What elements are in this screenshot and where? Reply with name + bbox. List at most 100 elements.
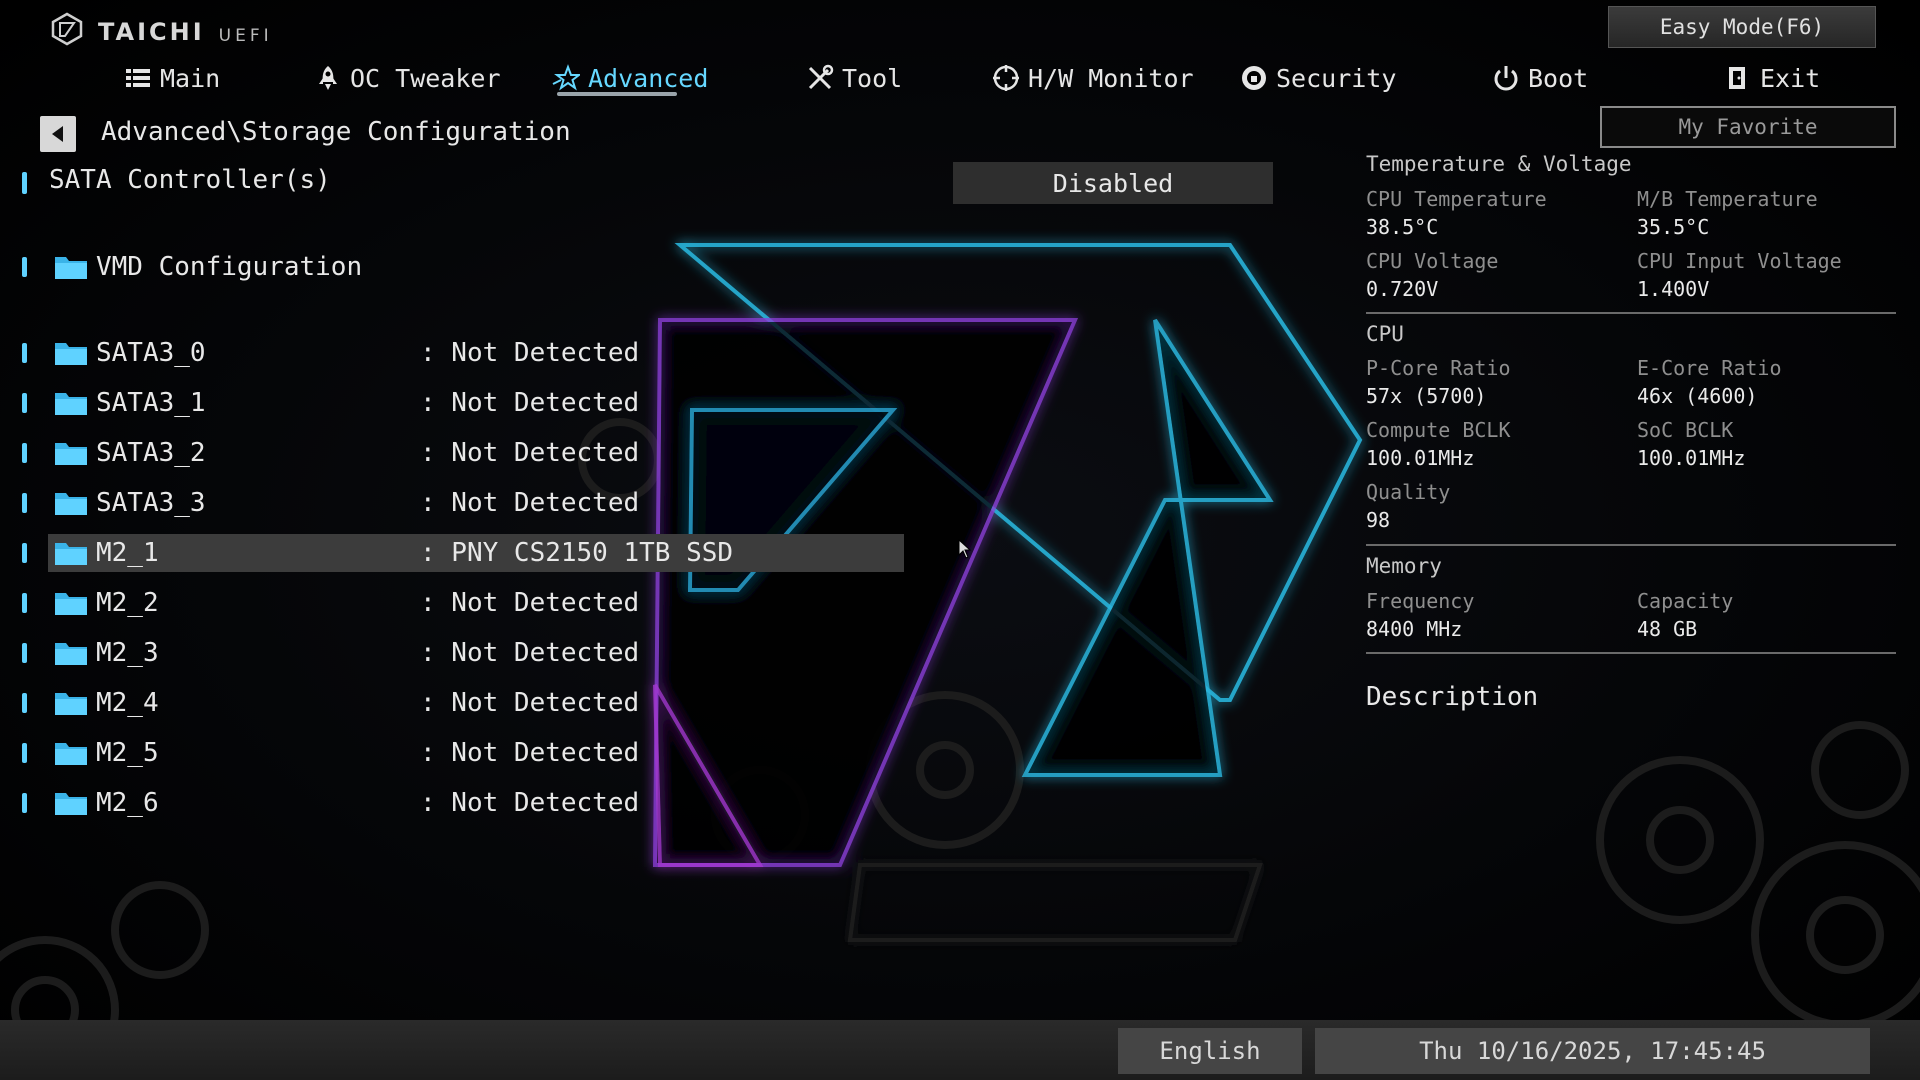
monitor-icon	[993, 65, 1019, 91]
drive-value: : Not Detected	[420, 788, 640, 818]
panel-divider	[1366, 544, 1896, 546]
active-tab-underline	[557, 92, 677, 96]
mouse-cursor-icon	[958, 539, 972, 559]
drive-label: SATA3_2	[96, 438, 206, 468]
tools-icon	[808, 64, 834, 90]
temp-voltage-title: Temperature & Voltage	[1366, 152, 1632, 176]
row-marker	[22, 257, 27, 277]
row-marker	[22, 593, 27, 613]
folder-icon	[55, 343, 87, 365]
tab-tool[interactable]: Tool	[806, 56, 902, 100]
mb-temperature-value: 35.5°C	[1637, 215, 1710, 239]
row-marker	[22, 643, 27, 663]
drive-label: SATA3_3	[96, 488, 206, 518]
brand-name: TAICHI	[98, 18, 205, 46]
memory-capacity-label: Capacity	[1637, 589, 1734, 613]
drive-label: M2_5	[96, 738, 159, 768]
arrow-left-icon	[52, 126, 63, 142]
folder-icon	[55, 743, 87, 765]
back-button[interactable]	[40, 116, 76, 152]
tab-tool-label: Tool	[842, 63, 903, 93]
folder-icon	[55, 393, 87, 415]
datetime-display: Thu 10/16/2025, 17:45:45	[1315, 1028, 1870, 1074]
tab-boot-label: Boot	[1528, 63, 1589, 93]
drive-label: M2_4	[96, 688, 159, 718]
drive-row[interactable]: SATA3_3 : Not Detected	[0, 484, 905, 522]
drive-row[interactable]: M2_4 : Not Detected	[0, 684, 905, 722]
list-icon	[126, 69, 150, 87]
drive-row[interactable]: M2_1 : PNY CS2150 1TB SSD	[0, 534, 905, 572]
tab-exit-label: Exit	[1760, 63, 1821, 93]
compute-bclk-value: 100.01MHz	[1366, 446, 1475, 470]
tab-advanced-label: Advanced	[588, 63, 709, 93]
memory-capacity-value: 48 GB	[1637, 617, 1698, 641]
drive-label: M2_3	[96, 638, 159, 668]
memory-frequency-value: 8400 MHz	[1366, 617, 1463, 641]
drive-value: : Not Detected	[420, 388, 640, 418]
drive-row[interactable]: M2_5: Not Detected	[0, 734, 905, 772]
memory-frequency-label: Frequency	[1366, 589, 1475, 613]
tab-main[interactable]: Main	[124, 56, 220, 100]
row-marker	[22, 543, 27, 563]
drive-value: : Not Detected	[420, 338, 640, 368]
power-icon	[1494, 66, 1518, 91]
folder-icon	[55, 443, 87, 465]
sata-controller-value-select[interactable]: Disabled	[953, 162, 1273, 204]
tab-hw-monitor[interactable]: H/W Monitor	[992, 56, 1194, 100]
drive-row[interactable]: M2_3 : Not Detected	[0, 634, 905, 672]
drive-value: : Not Detected	[420, 488, 640, 518]
folder-icon	[55, 493, 87, 515]
row-marker	[22, 793, 27, 813]
tab-exit[interactable]: Exit	[1724, 56, 1820, 100]
taichi-logo-icon	[51, 12, 83, 46]
quality-value: 98	[1366, 508, 1391, 532]
brand-sub: UEFI	[218, 26, 273, 46]
drive-row[interactable]: SATA3_2: Not Detected	[0, 434, 905, 472]
drive-label: M2_2	[96, 588, 159, 618]
p-core-ratio-value: 57x (5700)	[1366, 384, 1487, 408]
sata-controller-label: SATA Controller(s)	[49, 165, 331, 195]
drive-label: SATA3_1	[96, 388, 206, 418]
drive-value: : Not Detected	[420, 638, 640, 668]
drive-label: M2_1	[96, 538, 159, 568]
folder-icon	[55, 257, 87, 279]
e-core-ratio-label: E-Core Ratio	[1637, 356, 1782, 380]
language-button[interactable]: English	[1118, 1028, 1302, 1074]
description-title: Description	[1366, 682, 1539, 712]
drive-value: : Not Detected	[420, 588, 640, 618]
compute-bclk-label: Compute BCLK	[1366, 418, 1511, 442]
cpu-temperature-label: CPU Temperature	[1366, 187, 1547, 211]
vmd-configuration-label: VMD Configuration	[96, 252, 363, 282]
tab-boot[interactable]: Boot	[1492, 56, 1588, 100]
folder-icon	[55, 543, 87, 565]
row-marker	[22, 393, 27, 413]
drive-row[interactable]: M2_6 : Not Detected	[0, 784, 905, 822]
drive-value: : Not Detected	[420, 688, 640, 718]
row-marker	[22, 343, 27, 363]
my-favorite-button[interactable]: My Favorite	[1600, 106, 1896, 148]
drive-row[interactable]: SATA3_1 : Not Detected	[0, 384, 905, 422]
shield-icon	[1242, 66, 1266, 90]
rocket-icon	[319, 66, 337, 90]
row-marker	[22, 172, 27, 194]
panel-divider	[1366, 312, 1896, 314]
mb-temperature-label: M/B Temperature	[1637, 187, 1818, 211]
easy-mode-button[interactable]: Easy Mode(F6)	[1608, 6, 1876, 48]
brand-logo: TAICHI UEFI	[50, 12, 273, 46]
soc-bclk-value: 100.01MHz	[1637, 446, 1746, 470]
folder-icon	[55, 593, 87, 615]
cpu-temperature-value: 38.5°C	[1366, 215, 1439, 239]
folder-icon	[55, 793, 87, 815]
drive-row[interactable]: SATA3_0: Not Detected	[0, 334, 905, 372]
e-core-ratio-value: 46x (4600)	[1637, 384, 1758, 408]
exit-door-icon	[1729, 67, 1745, 89]
drive-row[interactable]: M2_2 : Not Detected	[0, 584, 905, 622]
cpu-input-voltage-label: CPU Input Voltage	[1637, 249, 1842, 273]
row-marker	[22, 693, 27, 713]
vmd-configuration-item[interactable]: VMD Configuration	[0, 248, 905, 286]
tab-oc-tweaker[interactable]: OC Tweaker	[314, 56, 501, 100]
row-marker	[22, 493, 27, 513]
drive-label: M2_6	[96, 788, 159, 818]
drive-value: : PNY CS2150 1TB SSD	[420, 538, 734, 568]
tab-security[interactable]: Security	[1240, 56, 1396, 100]
